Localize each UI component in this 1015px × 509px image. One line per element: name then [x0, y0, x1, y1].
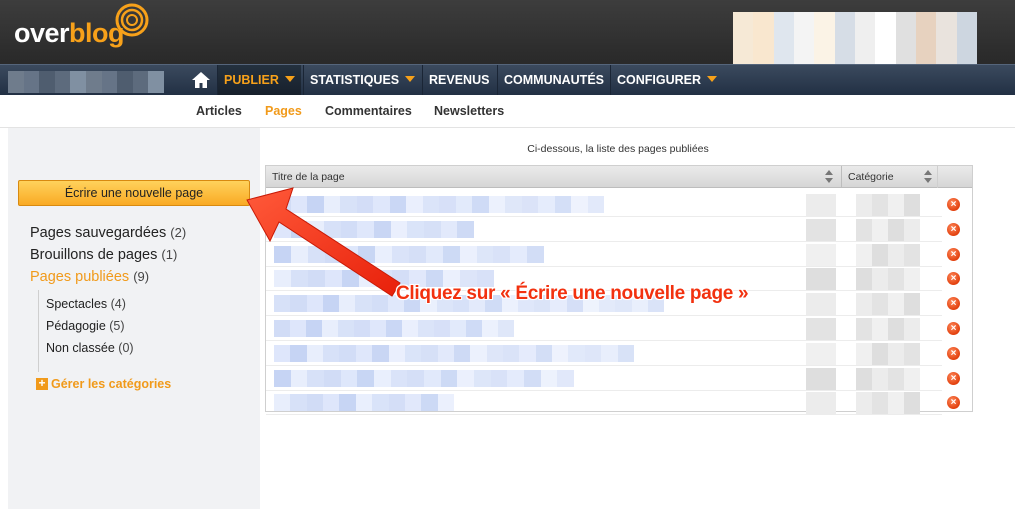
annotation-arrow — [246, 187, 401, 297]
annotation-text: Cliquez sur « Écrire une nouvelle page » — [396, 283, 749, 304]
page: overblog PUBLIER STATISTIQUES REVENUS CO… — [0, 0, 1015, 509]
